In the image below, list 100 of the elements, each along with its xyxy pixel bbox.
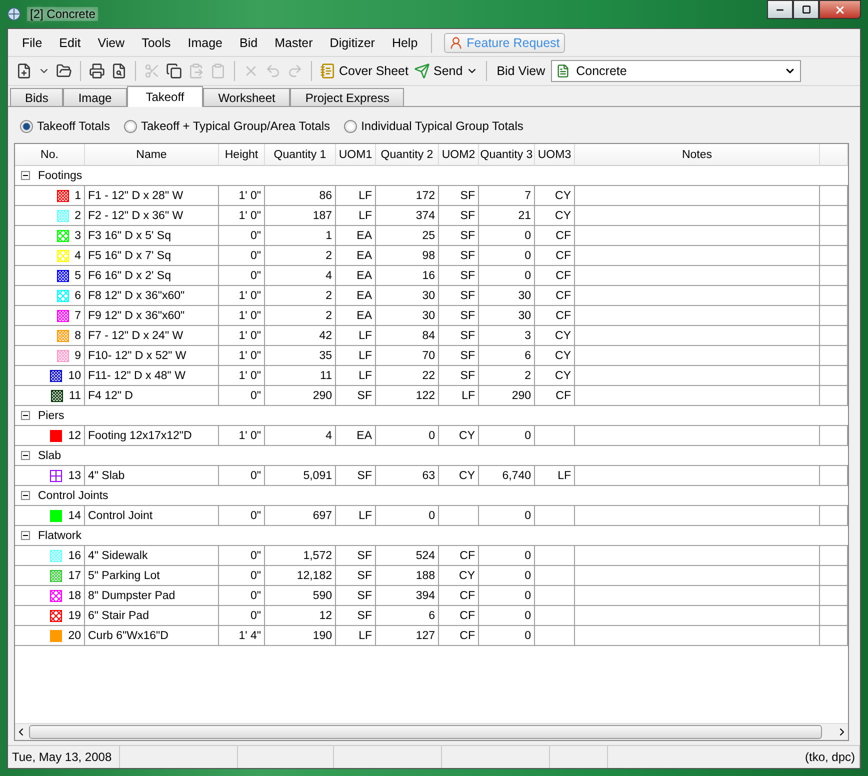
- table-cell: [820, 626, 848, 646]
- radio-button[interactable]: [20, 120, 33, 132]
- table-cell: CY: [439, 566, 479, 586]
- table-cell: 12: [68, 430, 81, 442]
- group-name: Slab: [38, 450, 62, 462]
- maximize-button[interactable]: [793, 0, 819, 19]
- tab[interactable]: Image: [63, 88, 127, 106]
- menu-item[interactable]: File: [14, 34, 52, 52]
- table-cell: 0": [219, 586, 265, 606]
- table-cell: F3 16" D x 5' Sq: [85, 226, 219, 246]
- table-cell: 98: [376, 246, 439, 266]
- radio-button[interactable]: [344, 120, 358, 132]
- radio-button[interactable]: [124, 120, 137, 132]
- table-cell: 20: [68, 630, 81, 642]
- table-cell: 13: [68, 470, 81, 482]
- close-button[interactable]: [819, 0, 861, 19]
- table-cell: 2: [265, 306, 336, 326]
- collapse-icon[interactable]: [21, 491, 30, 500]
- column-header[interactable]: Height: [219, 144, 265, 166]
- column-header[interactable]: Quantity 1: [265, 144, 336, 166]
- menu-item[interactable]: View: [90, 34, 134, 52]
- table-cell: EA: [336, 226, 376, 246]
- table-cell: F11- 12" D x 48" W: [85, 366, 219, 386]
- printer-icon[interactable]: [87, 61, 107, 81]
- table-cell: 0: [376, 506, 439, 526]
- scrollbar-thumb[interactable]: [29, 725, 822, 739]
- table-cell: 3: [74, 230, 81, 242]
- collapse-icon[interactable]: [21, 451, 30, 460]
- table-cell: 0": [219, 466, 265, 486]
- collapse-icon[interactable]: [21, 171, 30, 180]
- table-cell: F5 16" D x 7' Sq: [85, 246, 219, 266]
- table-cell: CF: [535, 246, 575, 266]
- notebook-icon: [320, 63, 336, 79]
- minimize-button[interactable]: [767, 0, 793, 19]
- table-cell: CY: [439, 426, 479, 446]
- status-date: Tue, May 13, 2008: [8, 746, 120, 768]
- table-cell: 697: [265, 506, 336, 526]
- table-cell: 0": [219, 566, 265, 586]
- group-name: Piers: [38, 410, 64, 422]
- table-cell: 9: [74, 350, 81, 362]
- menu-item[interactable]: Image: [180, 34, 232, 52]
- collapse-icon[interactable]: [21, 531, 30, 540]
- copy-icon[interactable]: [164, 61, 184, 81]
- bid-view-dropdown[interactable]: Concrete: [551, 60, 802, 82]
- column-header[interactable]: UOM1: [336, 144, 376, 166]
- status-user: (tko, dpc): [608, 746, 860, 768]
- column-header[interactable]: Quantity 3: [479, 144, 535, 166]
- table-cell: [535, 566, 575, 586]
- table-cell: [820, 226, 848, 246]
- table-cell: 0": [219, 606, 265, 626]
- table-cell: 187: [265, 206, 336, 226]
- table-cell: LF: [535, 466, 575, 486]
- table-cell: F7 - 12" D x 24" W: [85, 326, 219, 346]
- tab[interactable]: Bids: [10, 88, 64, 106]
- table-cell: 0: [376, 426, 439, 446]
- table-cell: LF: [336, 366, 376, 386]
- radio-option[interactable]: Takeoff + Typical Group/Area Totals: [124, 119, 330, 133]
- column-header[interactable]: UOM3: [535, 144, 575, 166]
- table-cell: 4: [265, 266, 336, 286]
- table-cell: 0: [479, 586, 535, 606]
- collapse-icon[interactable]: [21, 411, 30, 420]
- table-cell: SF: [336, 606, 376, 626]
- cover-sheet-button[interactable]: Cover Sheet: [318, 61, 410, 81]
- table-cell: [820, 246, 848, 266]
- table-cell: 12: [265, 606, 336, 626]
- menu-item[interactable]: Bid: [232, 34, 267, 52]
- tab[interactable]: Takeoff: [126, 86, 204, 107]
- menu-item[interactable]: Help: [384, 34, 427, 52]
- column-header[interactable]: UOM2: [439, 144, 479, 166]
- table-cell: [820, 586, 848, 606]
- table-cell: 6,740: [479, 466, 535, 486]
- menu-item[interactable]: Edit: [51, 34, 90, 52]
- table-cell: 70: [376, 346, 439, 366]
- table-cell: LF: [439, 386, 479, 406]
- group-name: Flatwork: [38, 530, 82, 542]
- menu-item[interactable]: Digitizer: [322, 34, 384, 52]
- column-header[interactable]: Quantity 2: [376, 144, 439, 166]
- send-button[interactable]: Send: [412, 61, 480, 81]
- column-header[interactable]: No.: [15, 144, 85, 166]
- table-cell: 122: [376, 386, 439, 406]
- table-cell: 2: [479, 366, 535, 386]
- menu-item[interactable]: Tools: [134, 34, 180, 52]
- radio-option[interactable]: Individual Typical Group Totals: [344, 119, 524, 133]
- table-cell: 30: [376, 286, 439, 306]
- column-header[interactable]: Notes: [575, 144, 820, 166]
- table-cell: LF: [336, 626, 376, 646]
- table-cell: 0": [219, 506, 265, 526]
- menu-item[interactable]: Master: [266, 34, 322, 52]
- table-cell: [820, 346, 848, 366]
- bid-view-label: Bid View: [496, 64, 546, 78]
- tab[interactable]: Project Express: [290, 88, 404, 106]
- table-cell: 1' 0": [219, 426, 265, 446]
- table-cell: 12,182: [265, 566, 336, 586]
- table-cell: CF: [439, 546, 479, 566]
- column-header[interactable]: Name: [85, 144, 219, 166]
- radio-option[interactable]: Takeoff Totals: [20, 119, 110, 133]
- table-cell: 22: [376, 366, 439, 386]
- table-cell: [820, 326, 848, 346]
- table-cell: 3: [479, 326, 535, 346]
- tab[interactable]: Worksheet: [203, 88, 290, 106]
